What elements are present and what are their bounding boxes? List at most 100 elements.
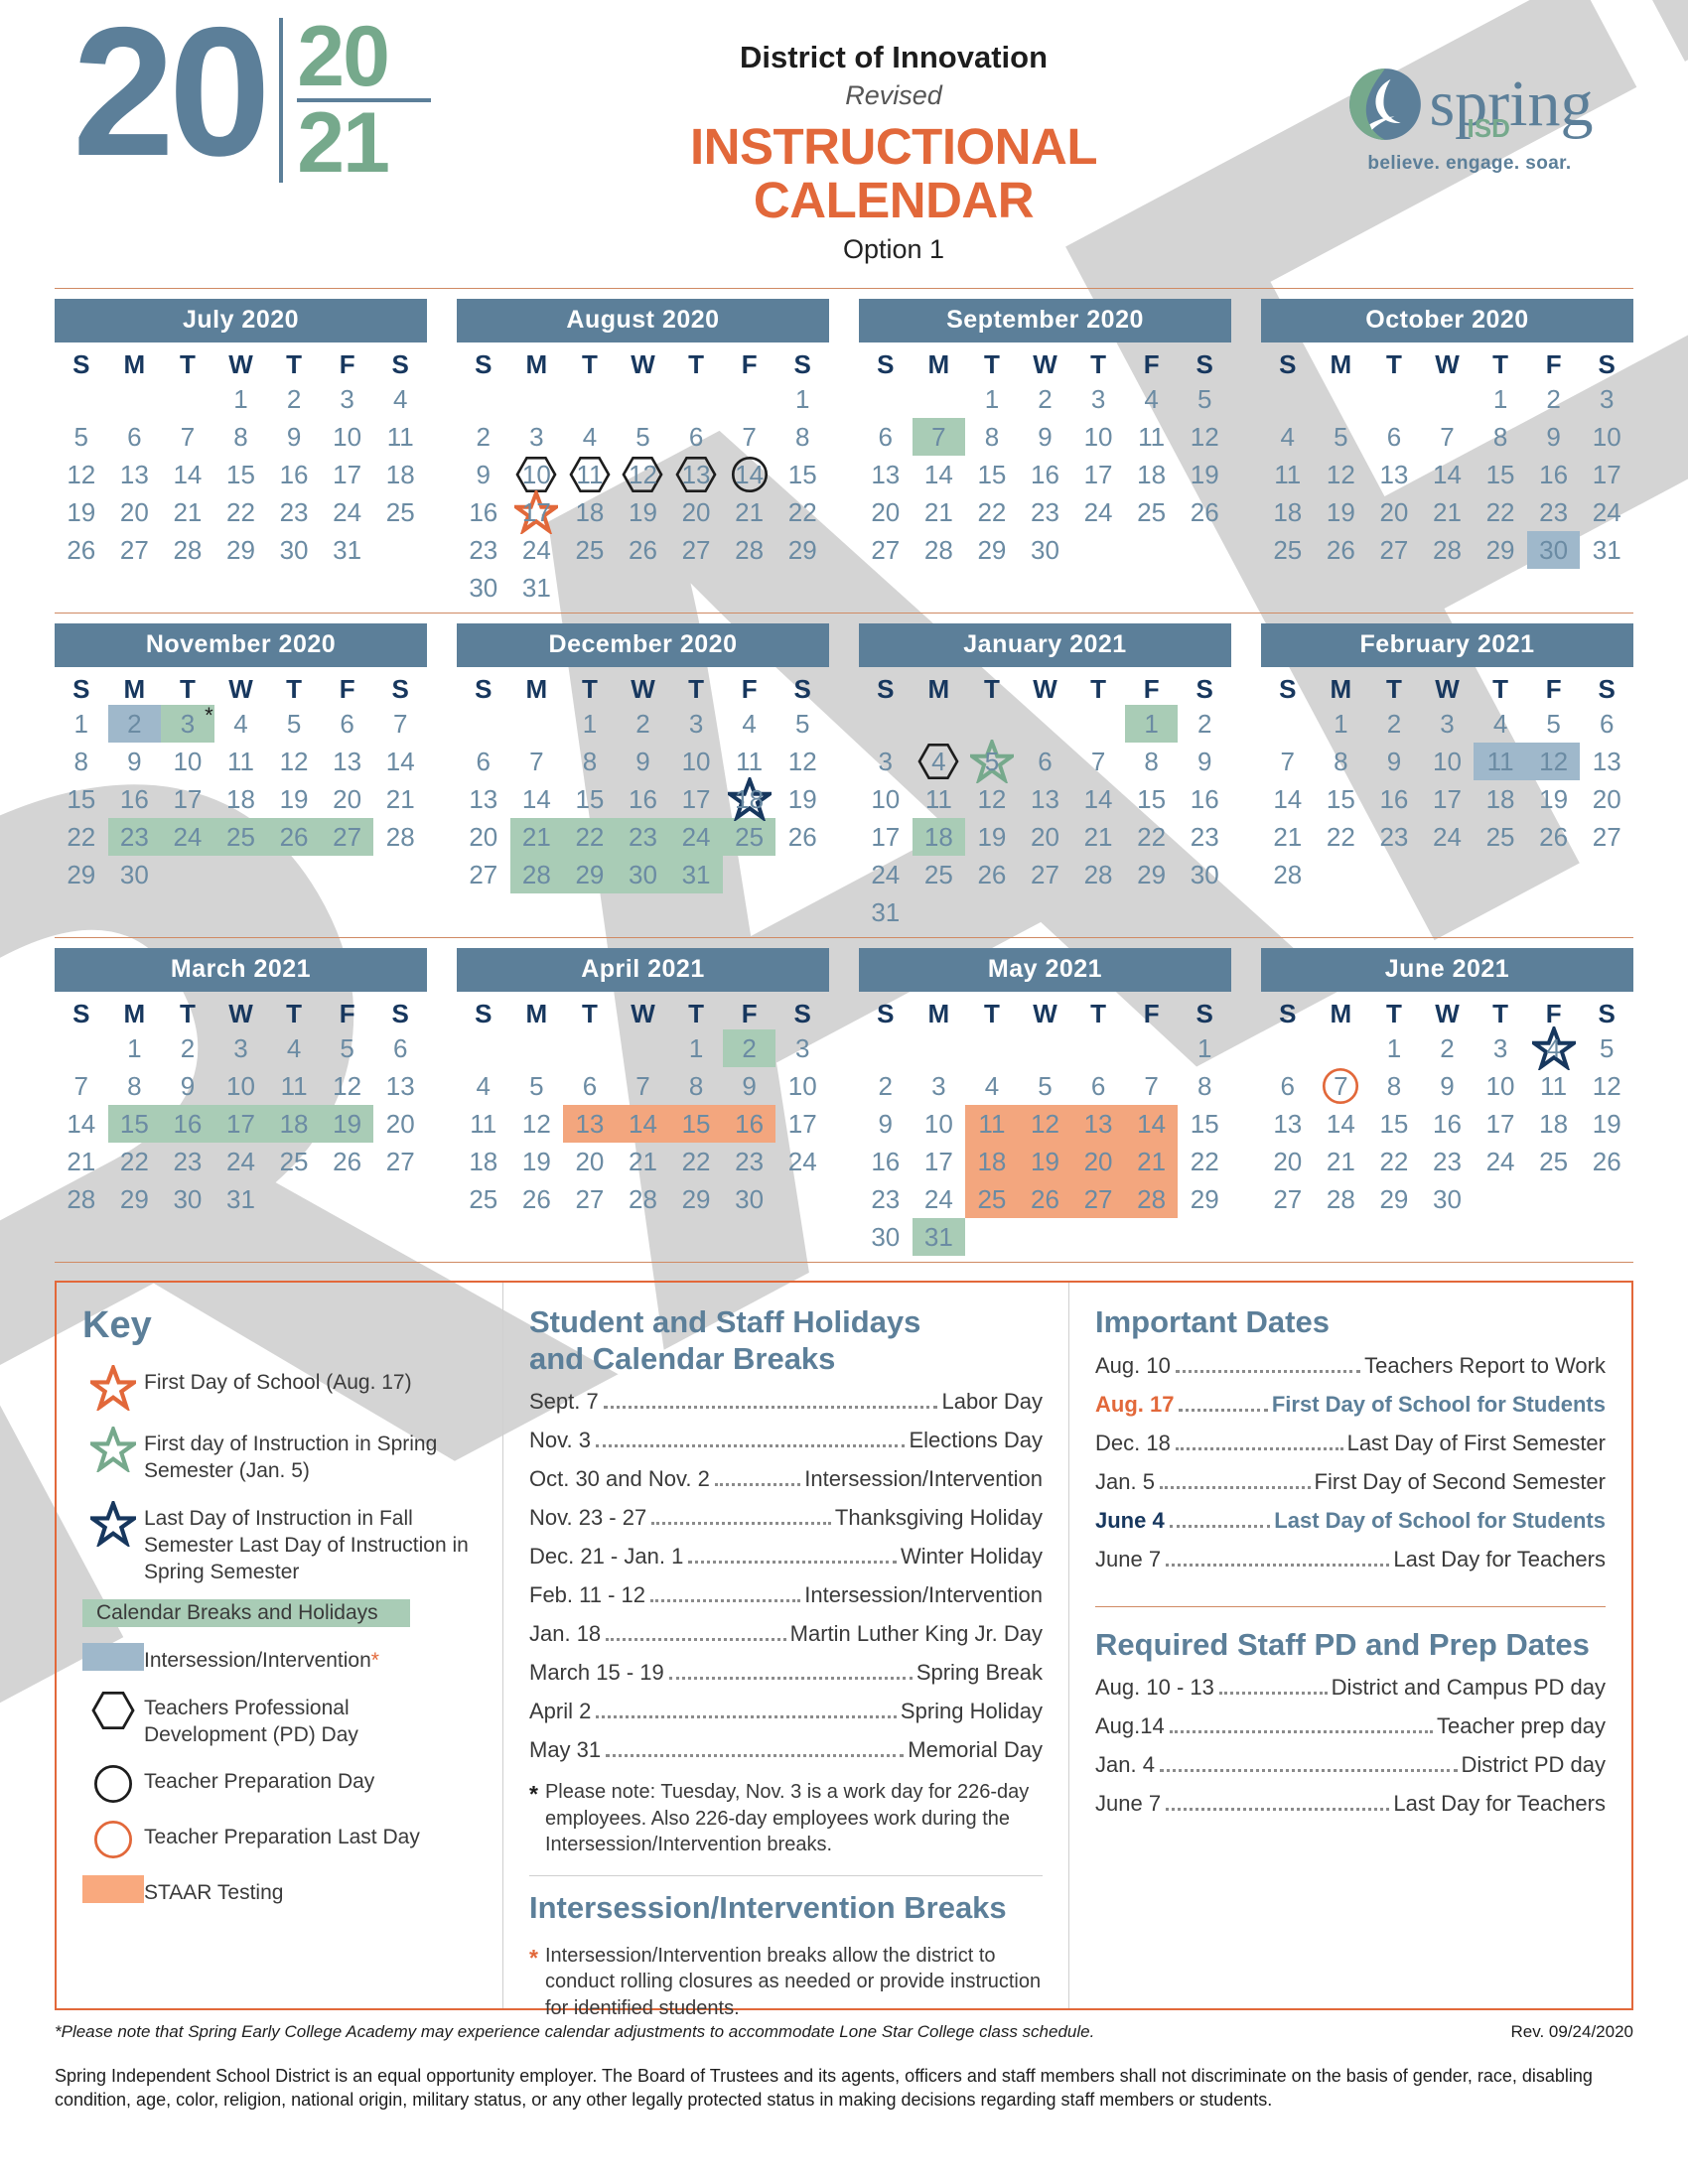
day-cell[interactable]: 19 xyxy=(320,1105,374,1143)
day-cell[interactable]: 23 xyxy=(457,531,510,569)
day-cell[interactable]: 30 xyxy=(267,531,321,569)
day-cell[interactable]: 6 xyxy=(321,705,374,743)
day-cell[interactable]: 14 xyxy=(723,456,776,493)
day-cell[interactable]: 23 xyxy=(161,1143,214,1180)
day-cell[interactable]: 28 xyxy=(617,1180,670,1218)
day-cell[interactable]: 25 xyxy=(1261,531,1315,569)
day-cell[interactable]: 15 xyxy=(669,1105,723,1143)
day-cell[interactable]: 9 xyxy=(617,743,670,780)
day-cell[interactable]: 29 xyxy=(775,531,829,569)
day-cell[interactable]: 12 xyxy=(1018,1105,1072,1143)
day-cell[interactable]: 22 xyxy=(563,818,617,856)
day-cell[interactable]: 15 xyxy=(965,456,1019,493)
day-cell[interactable]: 30 xyxy=(723,1180,776,1218)
day-cell[interactable]: 8 xyxy=(669,1067,723,1105)
day-cell[interactable]: 12 xyxy=(617,456,670,493)
day-cell[interactable]: 17 xyxy=(213,1105,268,1143)
day-cell[interactable]: 17 xyxy=(775,1105,829,1143)
day-cell[interactable]: 15 xyxy=(775,456,829,493)
day-cell[interactable]: 11 xyxy=(214,743,268,780)
day-cell[interactable]: 17 xyxy=(510,490,564,534)
day-cell[interactable]: 23 xyxy=(859,1180,913,1218)
day-cell[interactable]: 23 xyxy=(723,1143,776,1180)
day-cell[interactable]: 30 xyxy=(1019,531,1072,569)
day-cell[interactable]: 25 xyxy=(213,818,268,856)
day-cell[interactable]: 28 xyxy=(55,1180,108,1218)
day-cell[interactable]: 27 xyxy=(457,856,510,893)
day-cell[interactable]: 10 xyxy=(669,743,723,780)
day-cell[interactable]: 11 xyxy=(267,1067,321,1105)
day-cell[interactable]: 15 xyxy=(1125,780,1179,818)
day-cell[interactable]: 15 xyxy=(1315,780,1368,818)
day-cell[interactable]: 21 xyxy=(617,1143,670,1180)
day-cell[interactable]: 2 xyxy=(267,380,321,418)
day-cell[interactable]: 19 xyxy=(1527,780,1581,818)
day-cell[interactable]: 16 xyxy=(1421,1105,1475,1143)
day-cell[interactable]: 24 xyxy=(859,856,913,893)
day-cell[interactable]: 21 xyxy=(913,493,966,531)
day-cell[interactable]: 16 xyxy=(1178,780,1231,818)
day-cell[interactable]: 2 xyxy=(457,418,510,456)
day-cell[interactable]: 13 xyxy=(1071,1105,1125,1143)
day-cell[interactable]: 18 xyxy=(267,1105,321,1143)
day-cell[interactable]: 20 xyxy=(1071,1143,1125,1180)
day-cell[interactable]: 4 xyxy=(1261,418,1315,456)
day-cell[interactable]: 18 xyxy=(912,818,966,856)
day-cell[interactable]: 4 xyxy=(267,1029,321,1067)
day-cell[interactable]: 29 xyxy=(965,531,1019,569)
day-cell[interactable]: 3 xyxy=(510,418,564,456)
day-cell[interactable]: 18 xyxy=(214,780,268,818)
day-cell[interactable]: 29 xyxy=(1125,856,1179,893)
day-cell[interactable]: 1 xyxy=(1474,380,1527,418)
day-cell[interactable]: 19 xyxy=(1580,1105,1633,1143)
day-cell[interactable]: 25 xyxy=(563,531,617,569)
day-cell[interactable]: 7 xyxy=(1261,743,1315,780)
day-cell[interactable]: 26 xyxy=(965,856,1019,893)
day-cell[interactable]: 2 xyxy=(1019,380,1072,418)
day-cell[interactable]: 8 xyxy=(775,418,829,456)
day-cell[interactable]: 17 xyxy=(913,1143,966,1180)
day-cell[interactable]: 27 xyxy=(320,818,374,856)
day-cell[interactable]: 16 xyxy=(161,1105,214,1143)
day-cell[interactable]: 13 xyxy=(563,1105,617,1143)
day-cell[interactable]: 1 xyxy=(1124,705,1179,743)
day-cell[interactable]: 11 xyxy=(1261,456,1315,493)
day-cell[interactable]: 12 xyxy=(1526,743,1581,780)
day-cell[interactable]: 4 xyxy=(373,380,427,418)
day-cell[interactable]: 25 xyxy=(722,818,776,856)
day-cell[interactable]: 16 xyxy=(617,780,670,818)
day-cell[interactable]: 17 xyxy=(321,456,374,493)
day-cell[interactable]: 31 xyxy=(510,569,564,607)
day-cell[interactable]: 13 xyxy=(1019,780,1072,818)
day-cell[interactable]: 13 xyxy=(373,1067,427,1105)
day-cell[interactable]: 1 xyxy=(965,380,1019,418)
day-cell[interactable]: 29 xyxy=(669,1180,723,1218)
day-cell[interactable]: 18 xyxy=(563,493,617,531)
day-cell[interactable]: 22 xyxy=(1125,818,1179,856)
day-cell[interactable]: 3 xyxy=(1474,1029,1527,1067)
day-cell[interactable]: 12 xyxy=(1315,456,1368,493)
day-cell[interactable]: 15 xyxy=(1178,1105,1231,1143)
day-cell[interactable]: 4 xyxy=(1474,705,1527,743)
day-cell[interactable]: 24 xyxy=(1421,818,1475,856)
day-cell[interactable]: 2 xyxy=(1178,705,1231,743)
day-cell[interactable]: 20 xyxy=(1261,1143,1315,1180)
day-cell[interactable]: 15 xyxy=(214,456,268,493)
day-cell[interactable]: 7 xyxy=(1071,743,1125,780)
day-cell[interactable]: 14 xyxy=(161,456,214,493)
day-cell[interactable]: 9 xyxy=(1367,743,1421,780)
day-cell[interactable]: 2 xyxy=(161,1029,214,1067)
day-cell[interactable]: 22 xyxy=(1474,493,1527,531)
day-cell[interactable]: 7 xyxy=(1125,1067,1179,1105)
day-cell[interactable]: 17 xyxy=(1071,456,1125,493)
day-cell[interactable]: 26 xyxy=(1315,531,1368,569)
day-cell[interactable]: 28 xyxy=(1261,856,1315,893)
day-cell[interactable]: 13 xyxy=(321,743,374,780)
day-cell[interactable]: 20 xyxy=(1580,780,1633,818)
day-cell[interactable]: 6 xyxy=(563,1067,617,1105)
day-cell[interactable]: 5 xyxy=(1019,1067,1072,1105)
day-cell[interactable]: 28 xyxy=(509,856,564,893)
day-cell[interactable]: 5 xyxy=(321,1029,374,1067)
day-cell[interactable]: 19 xyxy=(55,493,108,531)
day-cell[interactable]: 7 xyxy=(1421,418,1475,456)
